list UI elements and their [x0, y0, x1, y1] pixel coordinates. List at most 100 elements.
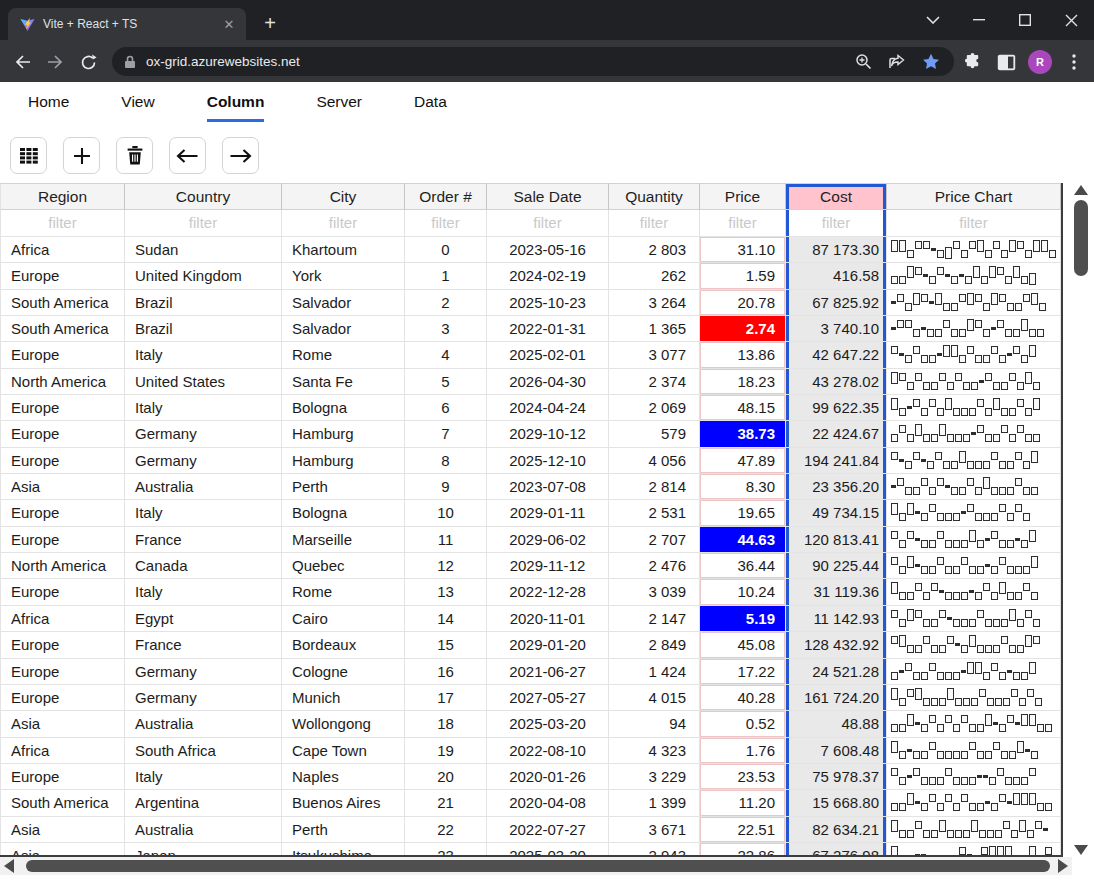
cell-date[interactable]: 2025-12-10	[487, 448, 609, 474]
cell-chart[interactable]	[887, 290, 1061, 316]
cell-city[interactable]: Cairo	[282, 606, 405, 632]
cell-order[interactable]: 20	[405, 764, 487, 790]
cell-country[interactable]: Germany	[125, 685, 282, 711]
cell-order[interactable]: 5	[405, 369, 487, 395]
cell-region[interactable]: Asia	[0, 474, 125, 500]
menu-item-home[interactable]: Home	[28, 93, 69, 122]
menu-item-data[interactable]: Data	[414, 93, 447, 122]
cell-quantity[interactable]: 2 147	[609, 606, 700, 632]
cell-date[interactable]: 2029-01-11	[487, 500, 609, 526]
cell-region[interactable]: Europe	[0, 342, 125, 368]
cell-quantity[interactable]: 2 531	[609, 500, 700, 526]
menu-item-view[interactable]: View	[121, 93, 154, 122]
cell-order[interactable]: 2	[405, 290, 487, 316]
menu-kebab-icon[interactable]	[1062, 50, 1086, 74]
cell-date[interactable]: 2024-04-24	[487, 395, 609, 421]
cell-date[interactable]: 2026-04-30	[487, 369, 609, 395]
cell-country[interactable]: Brazil	[125, 290, 282, 316]
cell-country[interactable]: Germany	[125, 421, 282, 447]
menu-item-server[interactable]: Server	[316, 93, 362, 122]
cell-quantity[interactable]: 579	[609, 421, 700, 447]
cell-city[interactable]: Hamburg	[282, 421, 405, 447]
cell-date[interactable]: 2029-01-20	[487, 632, 609, 658]
cell-country[interactable]: United States	[125, 369, 282, 395]
cell-price[interactable]: 44.63	[700, 527, 786, 553]
cell-country[interactable]: Australia	[125, 711, 282, 737]
vertical-scrollbar[interactable]	[1071, 183, 1092, 857]
cell-city[interactable]: Rome	[282, 579, 405, 605]
cell-price[interactable]: 5.19	[700, 606, 786, 632]
cell-quantity[interactable]: 4 323	[609, 738, 700, 764]
cell-country[interactable]: Brazil	[125, 316, 282, 342]
filter-input-region[interactable]: filter	[0, 210, 125, 237]
cell-order[interactable]: 6	[405, 395, 487, 421]
cell-city[interactable]: Salvador	[282, 316, 405, 342]
column-header-cost[interactable]: Cost	[786, 183, 887, 210]
cell-order[interactable]: 11	[405, 527, 487, 553]
column-header-country[interactable]: Country	[125, 183, 282, 210]
cell-date[interactable]: 2024-02-19	[487, 263, 609, 289]
cell-chart[interactable]	[887, 711, 1061, 737]
cell-country[interactable]: Italy	[125, 579, 282, 605]
cell-cost[interactable]: 11 142.93	[786, 606, 887, 632]
cell-region[interactable]: Europe	[0, 685, 125, 711]
cell-price[interactable]: 18.23	[700, 369, 786, 395]
cell-date[interactable]: 2029-10-12	[487, 421, 609, 447]
cell-city[interactable]: Bordeaux	[282, 632, 405, 658]
cell-cost[interactable]: 43 278.02	[786, 369, 887, 395]
cell-date[interactable]: 2020-04-08	[487, 790, 609, 816]
cell-price[interactable]: 40.28	[700, 685, 786, 711]
cell-region[interactable]: Asia	[0, 843, 125, 857]
cell-chart[interactable]	[887, 632, 1061, 658]
move-right-button[interactable]	[222, 137, 259, 174]
scroll-down-icon[interactable]	[1074, 845, 1088, 855]
cell-quantity[interactable]: 2 943	[609, 843, 700, 857]
cell-chart[interactable]	[887, 342, 1061, 368]
cell-order[interactable]: 12	[405, 553, 487, 579]
horizontal-scroll-thumb[interactable]	[26, 860, 1050, 872]
filter-input-cost[interactable]: filter	[786, 210, 887, 237]
cell-chart[interactable]	[887, 817, 1061, 843]
column-header-region[interactable]: Region	[0, 183, 125, 210]
cell-region[interactable]: Africa	[0, 606, 125, 632]
cell-quantity[interactable]: 2 069	[609, 395, 700, 421]
column-header-city[interactable]: City	[282, 183, 405, 210]
cell-cost[interactable]: 3 740.10	[786, 316, 887, 342]
cell-price[interactable]: 13.86	[700, 342, 786, 368]
move-left-button[interactable]	[169, 137, 206, 174]
tab-close-icon[interactable]: ✕	[220, 15, 238, 33]
cell-price[interactable]: 17.22	[700, 659, 786, 685]
cell-region[interactable]: Europe	[0, 632, 125, 658]
cell-order[interactable]: 4	[405, 342, 487, 368]
cell-price[interactable]: 23.53	[700, 764, 786, 790]
cell-city[interactable]: Salvador	[282, 290, 405, 316]
cell-order[interactable]: 18	[405, 711, 487, 737]
column-header-date[interactable]: Sale Date	[487, 183, 609, 210]
cell-cost[interactable]: 75 978.37	[786, 764, 887, 790]
browser-tab[interactable]: Vite + React + TS ✕	[8, 8, 246, 40]
cell-city[interactable]: Itsukushima	[282, 843, 405, 857]
cell-chart[interactable]	[887, 843, 1061, 857]
cell-country[interactable]: Italy	[125, 500, 282, 526]
cell-cost[interactable]: 23 356.20	[786, 474, 887, 500]
cell-cost[interactable]: 99 622.35	[786, 395, 887, 421]
forward-button[interactable]	[45, 52, 65, 72]
cell-chart[interactable]	[887, 579, 1061, 605]
cell-price[interactable]: 10.24	[700, 579, 786, 605]
cell-date[interactable]: 2029-06-02	[487, 527, 609, 553]
share-icon[interactable]	[886, 51, 908, 73]
cell-quantity[interactable]: 1 365	[609, 316, 700, 342]
columns-button[interactable]	[10, 137, 47, 174]
cell-region[interactable]: Europe	[0, 448, 125, 474]
cell-date[interactable]: 2022-08-10	[487, 738, 609, 764]
cell-price[interactable]: 22.86	[700, 843, 786, 857]
url-bar[interactable]: ox-grid.azurewebsites.net	[112, 47, 954, 76]
cell-region[interactable]: Europe	[0, 764, 125, 790]
cell-chart[interactable]	[887, 474, 1061, 500]
cell-price[interactable]: 36.44	[700, 553, 786, 579]
cell-price[interactable]: 45.08	[700, 632, 786, 658]
cell-cost[interactable]: 42 647.22	[786, 342, 887, 368]
cell-city[interactable]: Bologna	[282, 395, 405, 421]
cell-price[interactable]: 1.59	[700, 263, 786, 289]
cell-region[interactable]: South America	[0, 290, 125, 316]
